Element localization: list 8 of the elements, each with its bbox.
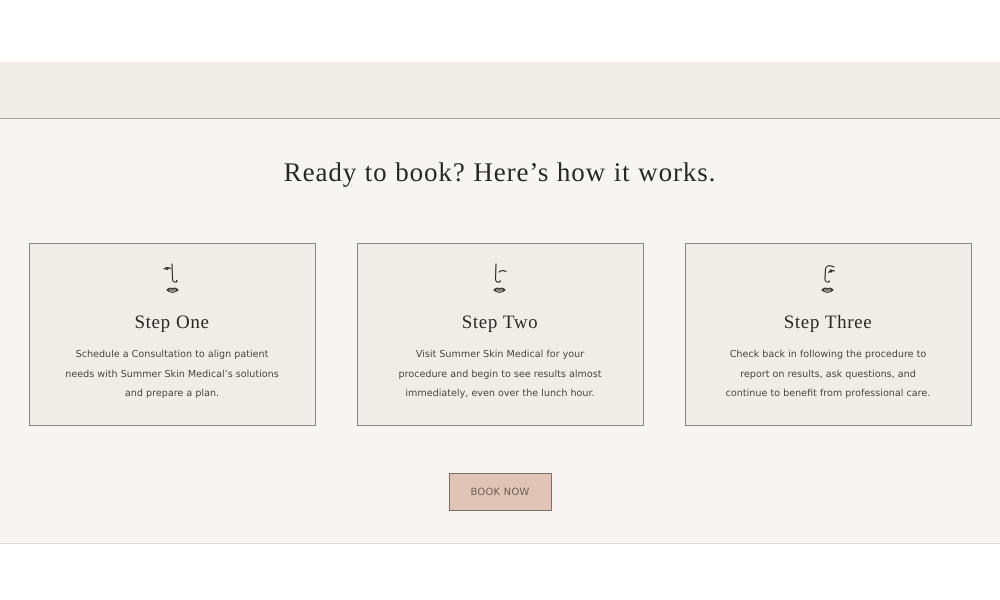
step-description: Visit Summer Skin Medical for your procedure and begin to see results almost immediately, even over the lunch hour. — [398, 348, 602, 401]
step-title: Step Three — [784, 311, 872, 335]
step-description: Check back in following the procedure to report on results, ask questions, and continue to benefit from professional care. — [724, 348, 932, 401]
step-title: Step Two — [462, 311, 538, 335]
section-heading: Ready to book? Here’s how it works. — [284, 156, 716, 188]
step-description: Schedule a Consultation to align patient needs with Summer Skin Medical’s solutions and prepare a plan. — [64, 348, 280, 401]
book-now-button[interactable]: BOOK NOW — [448, 473, 552, 511]
step-title: Step One — [134, 311, 210, 335]
